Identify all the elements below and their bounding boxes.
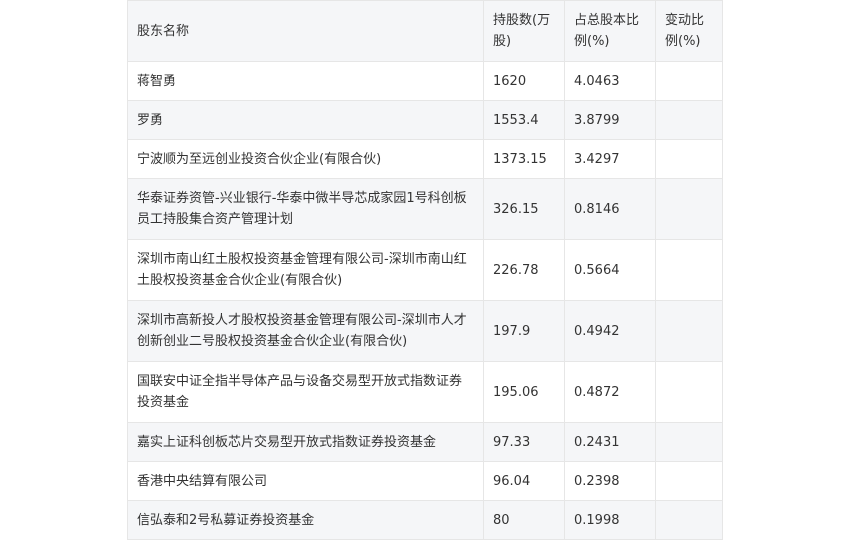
cell-shares: 97.33 bbox=[483, 422, 565, 462]
cell-shares: 226.78 bbox=[483, 239, 565, 301]
table-row: 宁波顺为至远创业投资合伙企业(有限合伙) 1373.15 3.4297 bbox=[127, 139, 723, 179]
table-row: 国联安中证全指半导体产品与设备交易型开放式指数证券投资基金 195.06 0.4… bbox=[127, 361, 723, 423]
cell-shares: 80 bbox=[483, 500, 565, 540]
cell-shares: 96.04 bbox=[483, 461, 565, 501]
shareholder-table-container: 股东名称 持股数(万股) 占总股本比例(%) 变动比例(%) 蒋智勇 1620 … bbox=[127, 0, 723, 540]
cell-pct: 3.8799 bbox=[564, 100, 656, 140]
table-row: 华泰证券资管-兴业银行-华泰中微半导芯成家园1号科创板员工持股集合资产管理计划 … bbox=[127, 178, 723, 240]
cell-pct: 0.2431 bbox=[564, 422, 656, 462]
cell-change bbox=[655, 300, 723, 362]
header-shares: 持股数(万股) bbox=[483, 0, 565, 62]
cell-pct: 0.5664 bbox=[564, 239, 656, 301]
cell-name: 嘉实上证科创板芯片交易型开放式指数证券投资基金 bbox=[127, 422, 484, 462]
header-pct: 占总股本比例(%) bbox=[564, 0, 656, 62]
cell-name: 深圳市高新投人才股权投资基金管理有限公司-深圳市人才创新创业二号股权投资基金合伙… bbox=[127, 300, 484, 362]
cell-pct: 0.4872 bbox=[564, 361, 656, 423]
cell-pct: 0.2398 bbox=[564, 461, 656, 501]
cell-change bbox=[655, 422, 723, 462]
table-header-row: 股东名称 持股数(万股) 占总股本比例(%) 变动比例(%) bbox=[127, 0, 723, 62]
table-row: 嘉实上证科创板芯片交易型开放式指数证券投资基金 97.33 0.2431 bbox=[127, 422, 723, 462]
cell-change bbox=[655, 100, 723, 140]
cell-shares: 1373.15 bbox=[483, 139, 565, 179]
table-row: 罗勇 1553.4 3.8799 bbox=[127, 100, 723, 140]
header-change: 变动比例(%) bbox=[655, 0, 723, 62]
cell-pct: 3.4297 bbox=[564, 139, 656, 179]
cell-name: 华泰证券资管-兴业银行-华泰中微半导芯成家园1号科创板员工持股集合资产管理计划 bbox=[127, 178, 484, 240]
table-row: 深圳市高新投人才股权投资基金管理有限公司-深圳市人才创新创业二号股权投资基金合伙… bbox=[127, 300, 723, 362]
cell-pct: 0.1998 bbox=[564, 500, 656, 540]
cell-change bbox=[655, 361, 723, 423]
cell-shares: 1620 bbox=[483, 61, 565, 101]
table-row: 深圳市南山红土股权投资基金管理有限公司-深圳市南山红土股权投资基金合伙企业(有限… bbox=[127, 239, 723, 301]
cell-name: 深圳市南山红土股权投资基金管理有限公司-深圳市南山红土股权投资基金合伙企业(有限… bbox=[127, 239, 484, 301]
cell-change bbox=[655, 461, 723, 501]
cell-change bbox=[655, 178, 723, 240]
table-row: 信弘泰和2号私募证券投资基金 80 0.1998 bbox=[127, 500, 723, 540]
cell-name: 宁波顺为至远创业投资合伙企业(有限合伙) bbox=[127, 139, 484, 179]
cell-change bbox=[655, 239, 723, 301]
cell-shares: 1553.4 bbox=[483, 100, 565, 140]
cell-shares: 195.06 bbox=[483, 361, 565, 423]
cell-shares: 197.9 bbox=[483, 300, 565, 362]
table-row: 蒋智勇 1620 4.0463 bbox=[127, 61, 723, 101]
cell-pct: 0.8146 bbox=[564, 178, 656, 240]
cell-change bbox=[655, 139, 723, 179]
cell-name: 国联安中证全指半导体产品与设备交易型开放式指数证券投资基金 bbox=[127, 361, 484, 423]
cell-name: 信弘泰和2号私募证券投资基金 bbox=[127, 500, 484, 540]
cell-change bbox=[655, 500, 723, 540]
table-row: 香港中央结算有限公司 96.04 0.2398 bbox=[127, 461, 723, 501]
cell-pct: 0.4942 bbox=[564, 300, 656, 362]
header-name: 股东名称 bbox=[127, 0, 484, 62]
cell-pct: 4.0463 bbox=[564, 61, 656, 101]
cell-change bbox=[655, 61, 723, 101]
cell-name: 香港中央结算有限公司 bbox=[127, 461, 484, 501]
shareholder-table: 股东名称 持股数(万股) 占总股本比例(%) 变动比例(%) 蒋智勇 1620 … bbox=[127, 0, 723, 540]
cell-name: 罗勇 bbox=[127, 100, 484, 140]
cell-name: 蒋智勇 bbox=[127, 61, 484, 101]
cell-shares: 326.15 bbox=[483, 178, 565, 240]
